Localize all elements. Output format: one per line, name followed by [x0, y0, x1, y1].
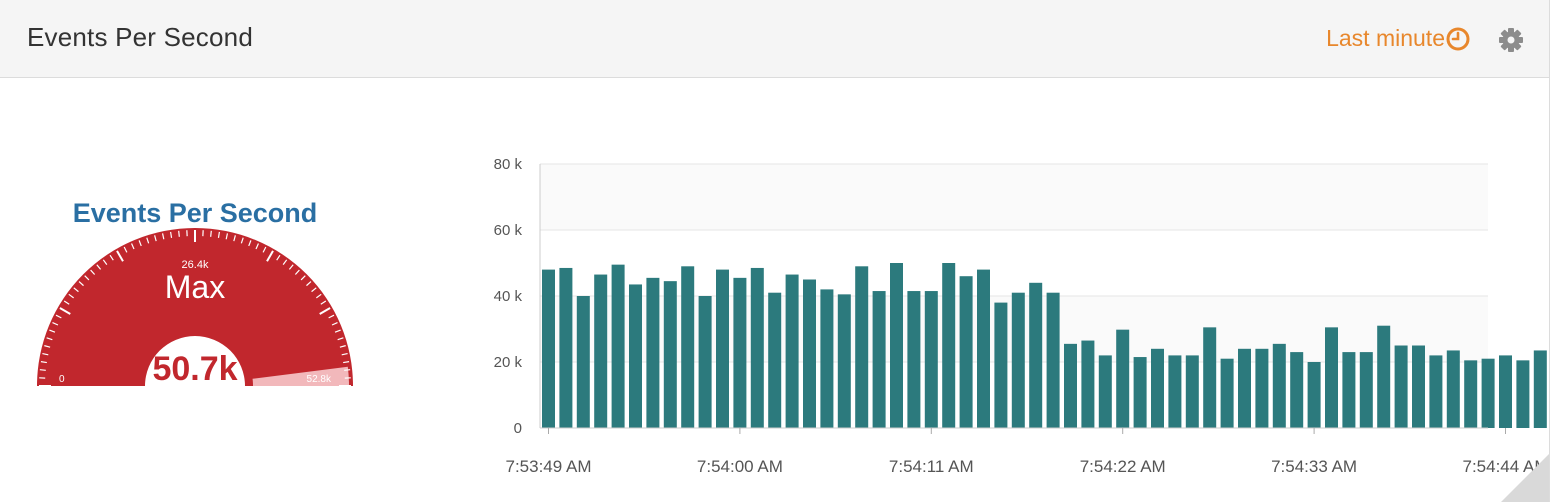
bar	[1011, 292, 1025, 428]
x-tick-label: 7:54:11 AM	[889, 457, 974, 476]
bar	[646, 277, 660, 428]
bar	[681, 266, 695, 428]
bar	[1290, 352, 1304, 428]
bar	[1446, 350, 1460, 428]
bar	[1307, 362, 1321, 428]
clock-icon[interactable]	[1445, 26, 1471, 52]
bar	[1325, 327, 1338, 428]
bar	[663, 281, 677, 428]
bar	[629, 284, 642, 428]
bar	[785, 274, 799, 428]
bar	[907, 291, 921, 428]
y-tick-label: 0	[514, 420, 522, 437]
bar	[1081, 340, 1095, 428]
y-tick-label: 80 k	[494, 156, 523, 173]
bar	[1394, 345, 1408, 428]
bar	[1185, 355, 1199, 428]
bar	[803, 279, 816, 428]
bar	[924, 291, 938, 428]
bar	[1533, 350, 1547, 428]
panel-title: Events Per Second	[27, 22, 253, 52]
bar	[1272, 343, 1286, 428]
bar	[994, 302, 1008, 428]
bar	[1098, 355, 1112, 428]
chart-band	[540, 164, 1488, 230]
bar	[872, 291, 886, 428]
bar	[733, 277, 747, 428]
x-tick-label: 7:54:00 AM	[697, 457, 783, 476]
x-tick-label: 7:53:49 AM	[505, 457, 591, 476]
bar	[1238, 348, 1251, 428]
bar	[1464, 360, 1478, 428]
bar	[820, 289, 834, 428]
bar	[1516, 360, 1530, 428]
bar	[611, 264, 625, 428]
bar	[716, 269, 729, 428]
panel-header: Events Per Second Last minute	[0, 0, 1550, 78]
bar	[837, 294, 851, 428]
y-tick-label: 20 k	[494, 354, 523, 371]
bar	[1499, 355, 1512, 428]
bar	[1029, 282, 1043, 428]
bar	[594, 274, 608, 428]
bar	[1377, 325, 1391, 428]
bar	[1220, 358, 1234, 428]
bar	[1168, 355, 1182, 428]
gear-icon[interactable]	[1497, 26, 1525, 54]
bar	[1064, 343, 1077, 428]
bar	[1151, 348, 1164, 428]
bar	[942, 263, 956, 428]
bar	[698, 296, 712, 428]
bar	[977, 269, 990, 428]
bar	[1116, 329, 1130, 428]
bar	[855, 266, 869, 428]
x-tick-label: 7:54:33 AM	[1271, 457, 1357, 476]
bar	[1046, 292, 1060, 428]
panel-body: Events Per Second 0 52.8k 26.4k Max 50.7k 02…	[0, 78, 1550, 502]
bar	[576, 296, 590, 428]
resize-handle[interactable]	[1501, 454, 1549, 502]
y-tick-label: 60 k	[494, 222, 523, 239]
bar	[1412, 345, 1425, 428]
bar	[559, 267, 573, 428]
bar-chart: 0 20 k 40 k 60 k 80 k 7:53:49 AM 7:54:00 AM 7:5…	[494, 156, 1549, 476]
time-range-selector[interactable]: Last minute	[1326, 25, 1445, 52]
bar	[1133, 357, 1147, 428]
bar	[1429, 355, 1443, 428]
bar	[542, 269, 555, 428]
y-tick-label: 40 k	[494, 288, 523, 305]
bar	[1203, 327, 1217, 428]
bar	[1342, 352, 1356, 428]
bar	[890, 263, 903, 428]
bar	[959, 276, 973, 428]
bar	[1359, 352, 1373, 428]
bar	[768, 292, 782, 428]
bar	[1255, 348, 1269, 428]
bar	[1481, 358, 1495, 428]
bar	[750, 267, 764, 428]
x-tick-label: 7:54:22 AM	[1080, 457, 1166, 476]
